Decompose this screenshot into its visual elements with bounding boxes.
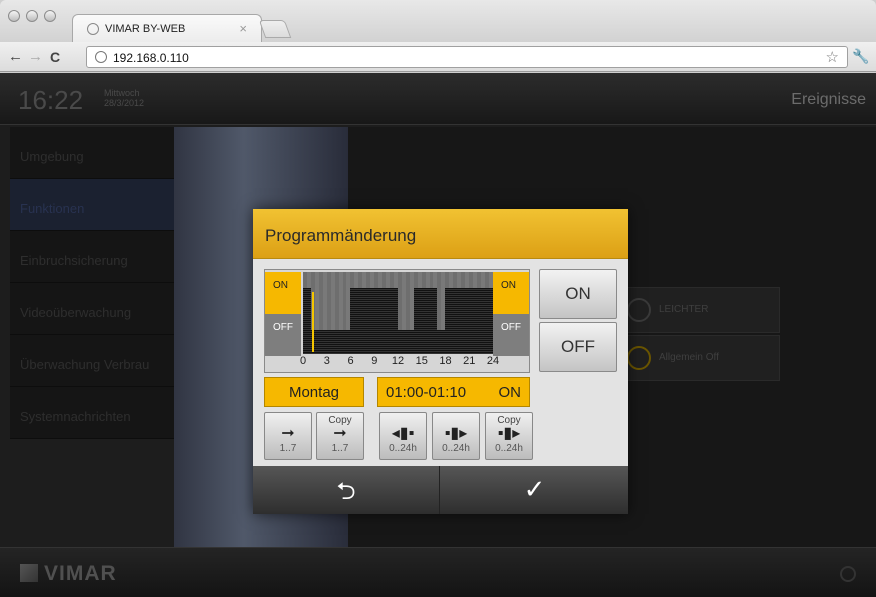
arrow-right-icon: ➞ xyxy=(333,425,347,442)
window-close-button[interactable] xyxy=(8,10,20,22)
window-minimize-button[interactable] xyxy=(26,10,38,22)
tab-close-icon[interactable]: × xyxy=(239,21,247,36)
vimar-logo-mark xyxy=(20,564,38,582)
app-header: 16:22 Mittwoch 28/3/2012 Ereignisse xyxy=(0,73,876,125)
dialog-footer: ⮌ ✓ xyxy=(253,466,628,514)
hour-tick-label: 0 xyxy=(299,355,307,367)
dialog-title: Programmänderung xyxy=(265,226,417,245)
date: 28/3/2012 xyxy=(104,98,145,108)
time-copy-icon: ▪▮▸ xyxy=(497,425,521,442)
vimar-logo-text: VIMAR xyxy=(44,562,117,585)
globe-icon xyxy=(95,51,107,63)
button-range-label: 0..24h xyxy=(495,443,523,454)
new-tab-button[interactable] xyxy=(258,20,292,38)
hour-tick-label: 24 xyxy=(486,355,500,367)
browser-toolbar: ← → C 192.168.0.110 ☆ xyxy=(0,42,876,72)
graph-on-label-right: ON xyxy=(493,272,529,314)
browser-tab[interactable]: VIMAR BY-WEB × xyxy=(72,14,262,42)
time-forward-button[interactable]: ▪▮▸ 0..24h xyxy=(432,412,480,460)
back-icon[interactable]: ← xyxy=(8,48,23,65)
next-day-button[interactable]: ➞ 1..7 xyxy=(264,412,312,460)
arrow-right-icon: ➞ xyxy=(281,425,295,442)
hour-tick-label: 6 xyxy=(347,355,354,367)
gauge-icon xyxy=(627,346,651,370)
weekday: Mittwoch xyxy=(104,88,140,98)
hour-tick-label: 3 xyxy=(323,355,330,367)
url-bar[interactable]: 192.168.0.110 ☆ xyxy=(86,46,848,68)
browser-tab-strip: VIMAR BY-WEB × xyxy=(0,0,876,42)
back-button[interactable]: ⮌ xyxy=(253,466,440,514)
return-icon: ⮌ xyxy=(336,478,356,505)
dialog-header: Programmänderung xyxy=(253,209,628,259)
gauge-icon xyxy=(627,298,651,322)
url-text: 192.168.0.110 xyxy=(113,51,189,65)
schedule-graph[interactable]: ON OFF ON OFF 0 3 6 9 12 15 18 21 24 xyxy=(264,269,530,373)
graph-off-label-right: OFF xyxy=(493,314,529,356)
hour-tick-label: 21 xyxy=(463,355,476,367)
checkmark-icon: ✓ xyxy=(523,474,546,504)
sidebar-item-einbruchsicherung[interactable]: Einbruchsicherung xyxy=(10,231,174,283)
time-back-icon: ◂▮▪ xyxy=(391,425,415,442)
button-range-label: 0..24h xyxy=(389,443,417,454)
sidebar-item-funktionen[interactable]: Funktionen xyxy=(10,179,174,231)
time-back-button[interactable]: ◂▮▪ 0..24h xyxy=(379,412,427,460)
hour-tick-label: 15 xyxy=(415,355,428,367)
section-title: Ereignisse xyxy=(791,91,866,108)
time-cursor[interactable] xyxy=(312,292,314,352)
leichter-label: LEICHTER xyxy=(659,304,709,315)
sidebar-item-umgebung[interactable]: Umgebung xyxy=(10,127,174,179)
hour-tick-label: 12 xyxy=(391,355,405,367)
wrench-icon[interactable]: 🔧 xyxy=(852,48,869,65)
time-range: 01:00-01:10 xyxy=(386,384,467,401)
forward-icon[interactable]: → xyxy=(28,48,43,65)
copy-day-button[interactable]: Copy ➞ 1..7 xyxy=(316,412,364,460)
button-range-label: 0..24h xyxy=(442,443,470,454)
on-button[interactable]: ON xyxy=(539,269,617,319)
window-zoom-button[interactable] xyxy=(44,10,56,22)
app-footer: VIMAR xyxy=(0,547,876,597)
graph-off-label: OFF xyxy=(265,314,301,356)
sidebar: Umgebung Funktionen Einbruchsicherung Vi… xyxy=(10,127,174,547)
sidebar-item-videoueberwachung[interactable]: Videoüberwachung xyxy=(10,283,174,335)
graph-on-label: ON xyxy=(265,272,301,314)
program-change-dialog: Programmänderung ON OFF ON OFF 0 3 6 9 12 15 1… xyxy=(253,209,628,514)
button-range-label: 1..7 xyxy=(279,443,297,454)
time-range-field[interactable]: 01:00-01:10 ON xyxy=(377,377,530,407)
day-selector[interactable]: Montag xyxy=(264,377,364,407)
clock-date: Mittwoch 28/3/2012 xyxy=(104,88,144,108)
schedule-bars[interactable] xyxy=(303,272,493,354)
sidebar-item-ueberwachung-verbrauch[interactable]: Überwachung Verbrau xyxy=(10,335,174,387)
hour-axis: 0 3 6 9 12 15 18 21 24 xyxy=(297,355,500,369)
time-state: ON xyxy=(498,384,522,401)
allgemein-off-button[interactable]: Allgemein Off xyxy=(620,335,780,381)
clock-time: 16:22 xyxy=(18,85,84,115)
hour-tick-label: 18 xyxy=(439,355,452,367)
hour-tick-label: 9 xyxy=(371,355,378,367)
tab-title: VIMAR BY-WEB xyxy=(105,23,186,35)
allgemein-off-label: Allgemein Off xyxy=(659,352,719,363)
reload-icon[interactable]: C xyxy=(50,49,60,65)
off-button[interactable]: OFF xyxy=(539,322,617,372)
confirm-button[interactable]: ✓ xyxy=(441,466,628,514)
copy-time-button[interactable]: Copy ▪▮▸ 0..24h xyxy=(485,412,533,460)
vimar-logo: VIMAR xyxy=(20,562,117,586)
leichter-button[interactable]: LEICHTER xyxy=(620,287,780,333)
bookmark-star-icon[interactable]: ☆ xyxy=(826,48,839,66)
button-range-label: 1..7 xyxy=(331,443,349,454)
globe-icon xyxy=(87,23,99,35)
settings-icon[interactable] xyxy=(840,566,856,582)
time-forward-icon: ▪▮▸ xyxy=(444,425,468,442)
sidebar-item-systemnachrichten[interactable]: Systemnachrichten xyxy=(10,387,174,439)
